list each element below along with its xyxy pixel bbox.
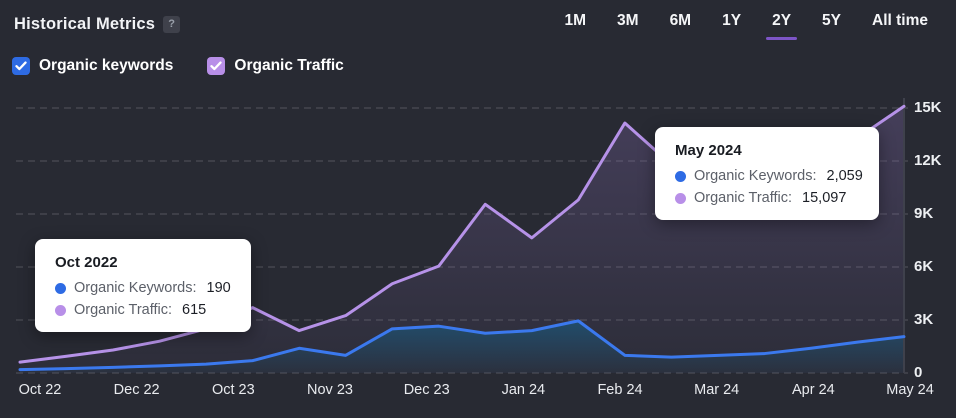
- page-title: Historical Metrics: [14, 15, 155, 34]
- help-icon[interactable]: ?: [163, 16, 180, 33]
- tooltip-metric-label: Organic Traffic:: [694, 190, 792, 206]
- x-axis-label: Oct 23: [212, 382, 255, 398]
- tooltip-metric-value: 615: [182, 302, 206, 318]
- title-group: Historical Metrics ?: [14, 15, 180, 34]
- checkbox-label: Organic keywords: [39, 57, 173, 75]
- series-dot-icon: [55, 305, 66, 316]
- x-axis-label: Apr 24: [792, 382, 835, 398]
- panel-header: Historical Metrics ? 1M 3M 6M 1Y 2Y 5Y All tim…: [0, 0, 956, 48]
- tooltip-metric-row: Organic Traffic: 615: [55, 302, 231, 318]
- x-axis-label: Feb 24: [597, 382, 642, 398]
- tab-6m[interactable]: 6M: [670, 6, 692, 42]
- tab-all-time[interactable]: All time: [872, 6, 928, 42]
- series-dot-icon: [55, 283, 66, 294]
- tooltip-title: Oct 2022: [55, 254, 231, 271]
- y-axis-label: 0: [914, 363, 956, 383]
- checkbox-checked-icon[interactable]: [12, 57, 30, 75]
- x-axis-label: Jan 24: [502, 382, 546, 398]
- tooltip-metric-value: 15,097: [802, 190, 846, 206]
- tab-1m[interactable]: 1M: [564, 6, 586, 42]
- tooltip-metric-row: Organic Keywords:2,059: [675, 168, 859, 184]
- tooltip-title: May 2024: [675, 142, 859, 159]
- historical-metrics-panel: Historical Metrics ? 1M 3M 6M 1Y 2Y 5Y All tim…: [0, 0, 956, 418]
- y-axis-label: 15K: [914, 98, 956, 118]
- tooltip-oct-2022: Oct 2022 Organic Keywords: 190 Organic Traf…: [35, 239, 251, 332]
- tooltip-metric-label: Organic Traffic:: [74, 302, 172, 318]
- series-dot-icon: [675, 171, 686, 182]
- y-axis-label: 12K: [914, 151, 956, 171]
- y-axis-label: 9K: [914, 204, 956, 224]
- x-axis-label: May 24: [886, 382, 934, 398]
- x-axis-label: Nov 23: [307, 382, 353, 398]
- checkbox-label: Organic Traffic: [234, 57, 343, 75]
- x-axis-label: Mar 24: [694, 382, 739, 398]
- checkbox-checked-icon[interactable]: [207, 57, 225, 75]
- series-legend: Organic keywords Organic Traffic: [12, 57, 344, 75]
- y-axis-label: 6K: [914, 257, 956, 277]
- tab-3m[interactable]: 3M: [617, 6, 639, 42]
- tab-5y[interactable]: 5Y: [822, 6, 841, 42]
- tooltip-metric-label: Organic Keywords:: [694, 168, 817, 184]
- checkbox-organic-traffic[interactable]: Organic Traffic: [207, 57, 343, 75]
- series-dot-icon: [675, 193, 686, 204]
- tooltip-metric-row: Organic Keywords: 190: [55, 280, 231, 296]
- x-axis-label: Dec 23: [404, 382, 450, 398]
- tab-2y[interactable]: 2Y: [772, 6, 791, 42]
- tab-1y[interactable]: 1Y: [722, 6, 741, 42]
- x-axis-label: Dec 22: [114, 382, 160, 398]
- checkbox-organic-keywords[interactable]: Organic keywords: [12, 57, 173, 75]
- y-axis-label: 3K: [914, 310, 956, 330]
- tooltip-metric-row: Organic Traffic: 15,097: [675, 190, 859, 206]
- time-range-tabs: 1M 3M 6M 1Y 2Y 5Y All time: [564, 6, 928, 42]
- tooltip-may-2024: May 2024Organic Keywords:2,059Organic Tr…: [655, 127, 879, 220]
- tooltip-metric-label: Organic Keywords:: [74, 280, 197, 296]
- x-axis-label: Oct 22: [19, 382, 62, 398]
- tooltip-metric-value: 190: [207, 280, 231, 296]
- tooltip-metric-value: 2,059: [827, 168, 863, 184]
